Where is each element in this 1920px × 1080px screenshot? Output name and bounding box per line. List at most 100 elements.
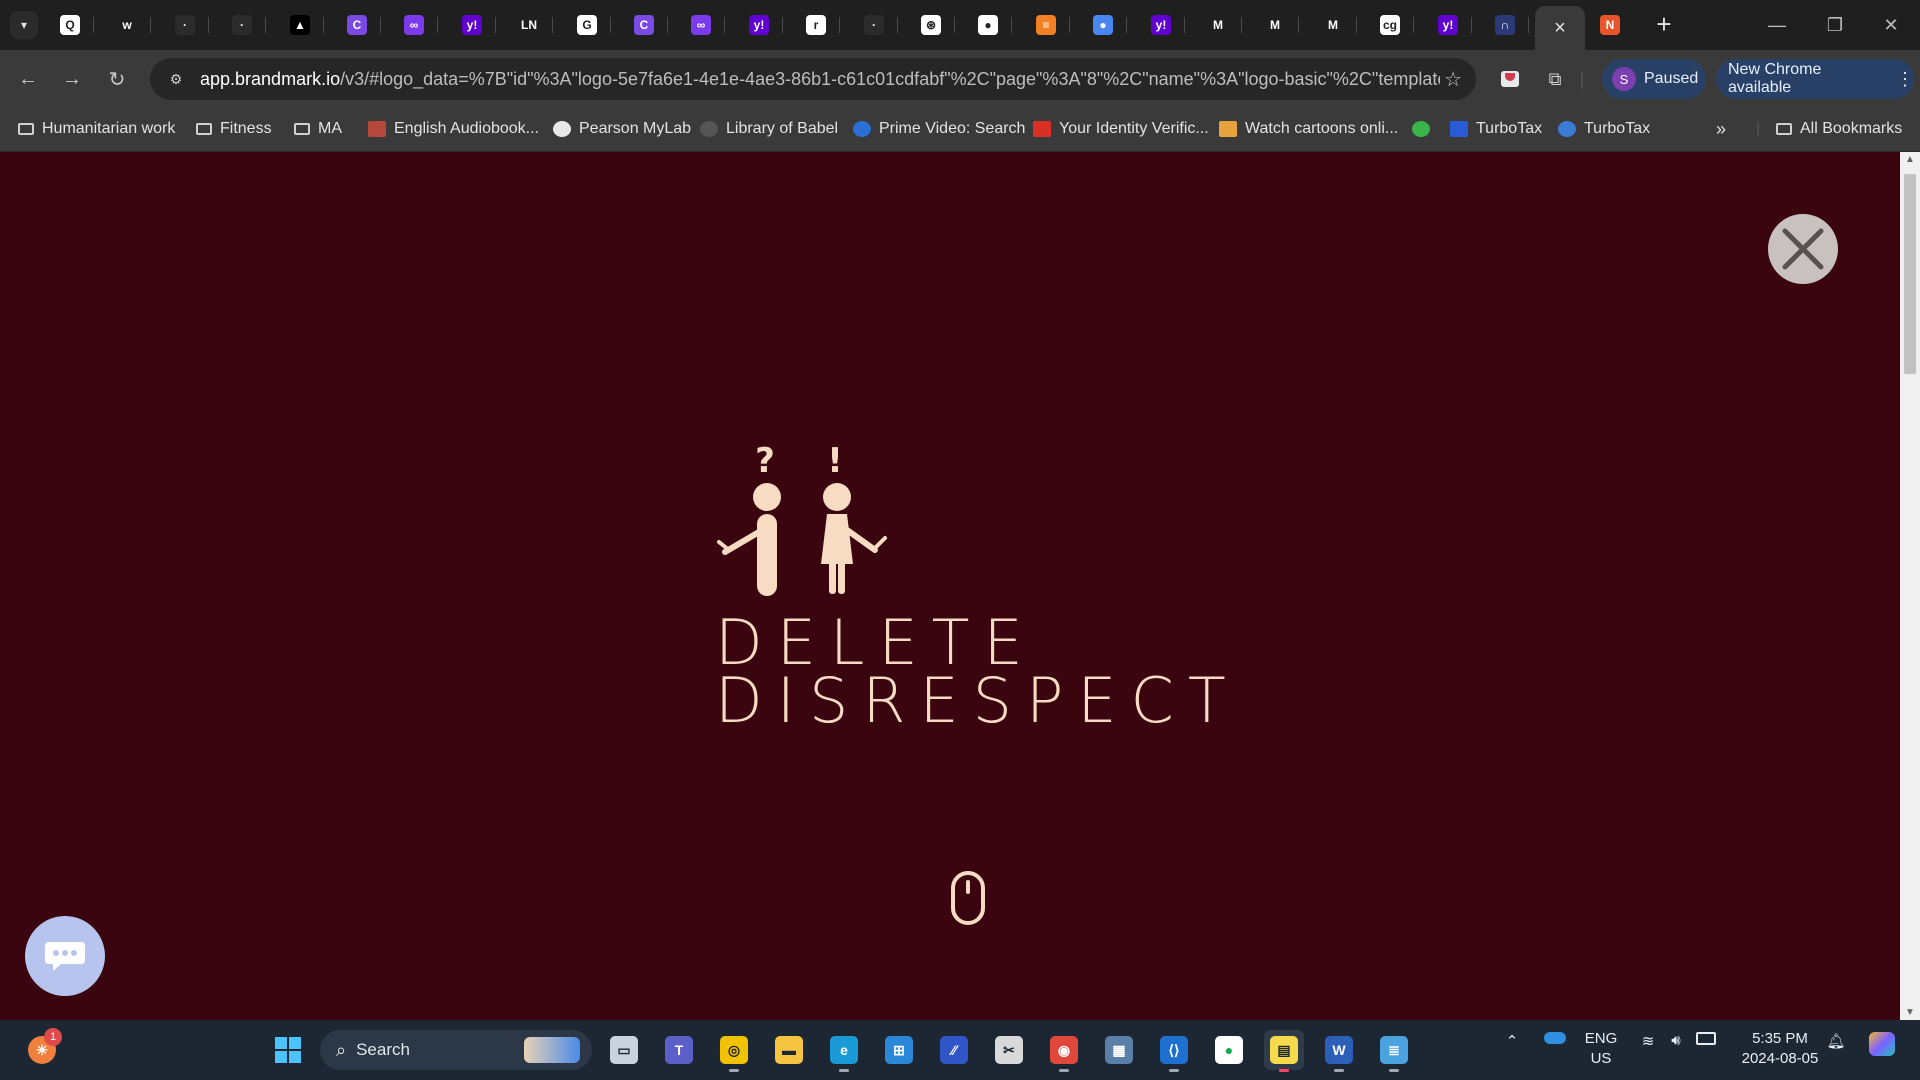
page-scrollbar[interactable]: ▲ ▼ — [1900, 152, 1920, 1020]
mongodb-compass-taskbar-button[interactable]: ● — [1209, 1030, 1249, 1070]
back-button[interactable]: ← — [12, 63, 44, 95]
bookmark-star-icon[interactable]: ☆ — [1444, 67, 1462, 92]
tab[interactable]: G — [563, 8, 611, 42]
bookmark-item[interactable] — [1412, 117, 1438, 141]
tab[interactable]: C — [620, 8, 668, 42]
tab[interactable]: ⊛ — [907, 8, 955, 42]
more-bookmarks-chevron-icon[interactable]: » — [1716, 117, 1726, 141]
brandmark-icon: N — [1600, 15, 1620, 35]
window-close-button[interactable]: ✕ — [1862, 8, 1920, 42]
teams-taskbar-button[interactable]: T — [659, 1030, 699, 1070]
calculator-app-taskbar-button[interactable]: ▦ — [1099, 1030, 1139, 1070]
tab-active[interactable]: × — [1535, 6, 1585, 50]
tab[interactable]: y! — [448, 8, 496, 42]
bookmark-item[interactable]: Humanitarian work — [18, 117, 175, 141]
edge-taskbar-button[interactable]: e — [824, 1030, 864, 1072]
bookmark-item[interactable]: MA — [294, 117, 342, 141]
sticky-notes-taskbar-button[interactable]: ▤ — [1264, 1030, 1304, 1072]
bookmark-item[interactable]: Library of Babel — [700, 117, 838, 141]
close-icon[interactable]: × — [1554, 17, 1566, 40]
copilot-icon[interactable] — [1864, 1032, 1900, 1056]
start-button[interactable] — [268, 1030, 308, 1070]
word-taskbar-button[interactable]: W — [1319, 1030, 1359, 1072]
tab[interactable]: C — [333, 8, 381, 42]
taskbar-search[interactable]: ⌕ Search — [320, 1030, 592, 1070]
tab[interactable]: ▲ — [276, 8, 324, 42]
extensions-puzzle-icon[interactable]: ⧉ — [1541, 65, 1569, 93]
new-tab-button[interactable]: + — [1650, 10, 1678, 38]
tab-brandmark[interactable]: N — [1586, 8, 1634, 42]
norton-taskbar-button[interactable]: ◎ — [714, 1030, 754, 1072]
forward-button[interactable]: → — [56, 63, 88, 95]
word-icon: W — [1325, 1036, 1353, 1064]
chat-support-button[interactable] — [25, 916, 105, 996]
tab[interactable]: y! — [1424, 8, 1472, 42]
profile-button[interactable]: S Paused — [1602, 59, 1706, 99]
tab[interactable]: ≡ — [1022, 8, 1070, 42]
tab[interactable]: ∞ — [677, 8, 725, 42]
tab[interactable]: cg — [1366, 8, 1414, 42]
widgets-button[interactable]: ☀ 1 — [22, 1028, 62, 1070]
show-hidden-icons-chevron-icon[interactable]: ⌃ — [1500, 1032, 1524, 1050]
bookmark-item[interactable]: Fitness — [196, 117, 272, 141]
tab[interactable]: y! — [1137, 8, 1185, 42]
tab[interactable]: ∩ — [1481, 8, 1529, 42]
task-view-taskbar-button[interactable]: ▭ — [604, 1030, 644, 1070]
bookmark-item[interactable]: Watch cartoons onli... — [1219, 117, 1398, 141]
tab[interactable]: LN — [505, 8, 553, 42]
tab[interactable]: M — [1251, 8, 1299, 42]
tab[interactable]: y! — [735, 8, 783, 42]
bookmark-item[interactable]: Your Identity Verific... — [1033, 117, 1209, 141]
minimize-button[interactable]: — — [1748, 8, 1806, 42]
snipping-tool-taskbar-button[interactable]: ✂ — [989, 1030, 1029, 1070]
tab[interactable]: · — [161, 8, 209, 42]
bookmark-item[interactable]: Prime Video: Search — [853, 117, 1025, 141]
reload-button[interactable]: ↻ — [101, 63, 133, 95]
vscode-insiders-taskbar-button[interactable]: ⁄⁄ — [934, 1030, 974, 1070]
tab[interactable]: ● — [964, 8, 1012, 42]
wifi-icon[interactable]: ≋ — [1636, 1032, 1660, 1050]
scrollbar-thumb[interactable] — [1904, 174, 1916, 374]
vercel-icon: ▲ — [290, 15, 310, 35]
tab[interactable]: · — [850, 8, 898, 42]
bookmark-item[interactable]: Pearson MyLab — [553, 117, 691, 141]
address-bar[interactable]: ⚙ app.brandmark.io/v3/#logo_data=%7B"id"… — [150, 58, 1476, 100]
bookmark-item[interactable]: TurboTax — [1450, 117, 1542, 141]
scroll-down-arrow-icon[interactable]: ▼ — [1900, 1007, 1920, 1018]
chrome-update-button[interactable]: New Chrome available ⋮ — [1716, 59, 1914, 99]
close-preview-button[interactable] — [1768, 214, 1838, 284]
canvas-icon: C — [347, 15, 367, 35]
tab[interactable]: w — [103, 8, 151, 42]
tab[interactable]: Q — [46, 8, 94, 42]
bookmark-item[interactable]: TurboTax — [1558, 117, 1650, 141]
restore-button[interactable]: ❐ — [1806, 8, 1864, 42]
scroll-up-arrow-icon[interactable]: ▲ — [1900, 154, 1920, 165]
search-label: Search — [356, 1040, 410, 1059]
vscode-taskbar-button[interactable]: ⟨⟩ — [1154, 1030, 1194, 1072]
tab[interactable]: ● — [1079, 8, 1127, 42]
pocket-extension-icon[interactable] — [1496, 65, 1524, 93]
onedrive-icon[interactable] — [1540, 1032, 1570, 1044]
bookmark-item[interactable]: English Audiobook... — [368, 117, 539, 141]
github-icon: ● — [978, 15, 998, 35]
url-text[interactable]: app.brandmark.io/v3/#logo_data=%7B"id"%3… — [200, 69, 1440, 90]
tab[interactable]: r — [792, 8, 840, 42]
brand-logo: ? ! DELETE DISRESPECT — [705, 442, 1226, 742]
microsoft-store-taskbar-button[interactable]: ⊞ — [879, 1030, 919, 1070]
tab[interactable]: ∞ — [390, 8, 438, 42]
notifications-bell-icon[interactable]: 🔔︎ — [1824, 1032, 1848, 1050]
site-settings-icon[interactable]: ⚙ — [164, 71, 188, 88]
input-language[interactable]: ENG US — [1578, 1029, 1624, 1069]
tab[interactable]: M — [1309, 8, 1357, 42]
tab-search-button[interactable]: ▾ — [10, 11, 38, 39]
notepad-taskbar-button[interactable]: ≣ — [1374, 1030, 1414, 1072]
tab[interactable]: · — [218, 8, 266, 42]
chrome-taskbar-button[interactable]: ◉ — [1044, 1030, 1084, 1072]
volume-icon[interactable]: 🔊︎ — [1664, 1032, 1688, 1049]
tab[interactable]: M — [1194, 8, 1242, 42]
file-explorer-taskbar-button[interactable]: ▬ — [769, 1030, 809, 1070]
all-bookmarks-folder[interactable]: All Bookmarks — [1776, 117, 1902, 141]
mu-icon: M — [1323, 15, 1343, 35]
system-clock[interactable]: 5:35 PM 2024-08-05 — [1734, 1029, 1826, 1069]
battery-icon[interactable] — [1694, 1032, 1718, 1045]
